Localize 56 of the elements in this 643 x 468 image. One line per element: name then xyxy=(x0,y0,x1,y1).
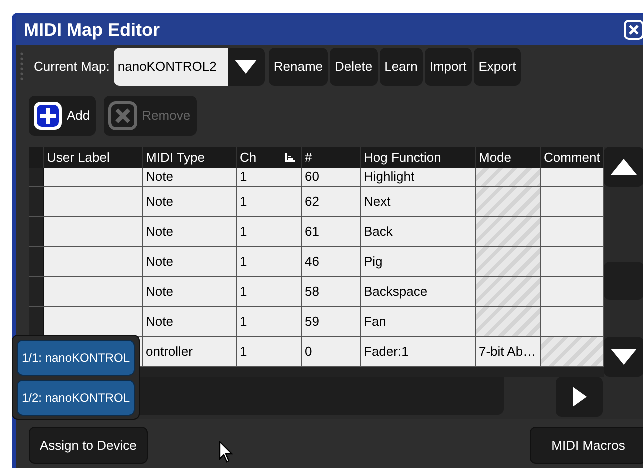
table-cell: 1 xyxy=(237,307,302,336)
table-cell: Fader:1 xyxy=(361,337,476,366)
close-icon xyxy=(624,20,643,40)
table-cell: Backspace xyxy=(361,277,476,306)
table-cell: Note xyxy=(143,168,237,186)
table-cell: 62 xyxy=(302,187,361,216)
dropdown-arrow-icon xyxy=(234,59,258,75)
scroll-down-button[interactable] xyxy=(604,337,643,377)
table-cell: Pig xyxy=(361,247,476,276)
midi-macros-button[interactable]: MIDI Macros xyxy=(530,427,643,464)
up-arrow-icon xyxy=(610,158,638,176)
table-cell: 60 xyxy=(302,168,361,186)
table-cell: Note xyxy=(143,187,237,216)
table-cell: 46 xyxy=(302,247,361,276)
table-cell: 58 xyxy=(302,277,361,306)
window-title: MIDI Map Editor xyxy=(24,18,160,42)
grip-icon[interactable] xyxy=(20,52,24,82)
table-cell: Note xyxy=(143,217,237,246)
toolbar-button[interactable]: Delete xyxy=(330,48,378,86)
vertical-scrollbar-thumb[interactable] xyxy=(604,262,643,300)
x-icon xyxy=(108,101,138,131)
close-button[interactable] xyxy=(622,18,643,42)
toolbar-button[interactable]: Export xyxy=(474,48,522,86)
table-cell: Next xyxy=(361,187,476,216)
device-menu-item[interactable]: 1/2: nanoKONTROL xyxy=(17,380,135,416)
table-cell: 61 xyxy=(302,217,361,246)
table-cell: Note xyxy=(143,277,237,306)
table-cell: Back xyxy=(361,217,476,246)
plus-icon xyxy=(33,101,63,131)
toolbar-button[interactable]: Learn xyxy=(380,48,423,86)
toolbar-button[interactable]: Rename xyxy=(268,48,328,86)
table-cell: ontroller xyxy=(143,337,237,366)
right-arrow-icon xyxy=(572,386,588,408)
map-label: Current Map: xyxy=(34,58,110,76)
table-cell: Note xyxy=(143,247,237,276)
table-cell: 1 xyxy=(237,187,302,216)
table-cell: Fan xyxy=(361,307,476,336)
mouse-cursor-icon xyxy=(219,441,233,463)
scroll-right-button[interactable] xyxy=(556,377,603,417)
table-cell: 1 xyxy=(237,168,302,186)
sort-icon xyxy=(285,153,295,162)
toolbar-button[interactable]: Import xyxy=(424,48,472,86)
add-button[interactable]: Add xyxy=(29,96,96,136)
table-cell: 1 xyxy=(237,337,302,366)
table-cell: Note xyxy=(143,307,237,336)
table-cell: 1 xyxy=(237,277,302,306)
table-cell: 1 xyxy=(237,217,302,246)
assign-to-device-button[interactable]: Assign to Device xyxy=(29,427,148,464)
device-menu-item[interactable]: 1/1: nanoKONTROL xyxy=(17,340,135,376)
table-cell: 7-bit Ab… xyxy=(476,337,541,366)
down-arrow-icon xyxy=(610,348,638,366)
table-cell: Highlight xyxy=(361,168,476,186)
table-cell: 59 xyxy=(302,307,361,336)
table-cell: 0 xyxy=(302,337,361,366)
table-cell: 1 xyxy=(237,247,302,276)
scroll-up-button[interactable] xyxy=(604,147,643,187)
